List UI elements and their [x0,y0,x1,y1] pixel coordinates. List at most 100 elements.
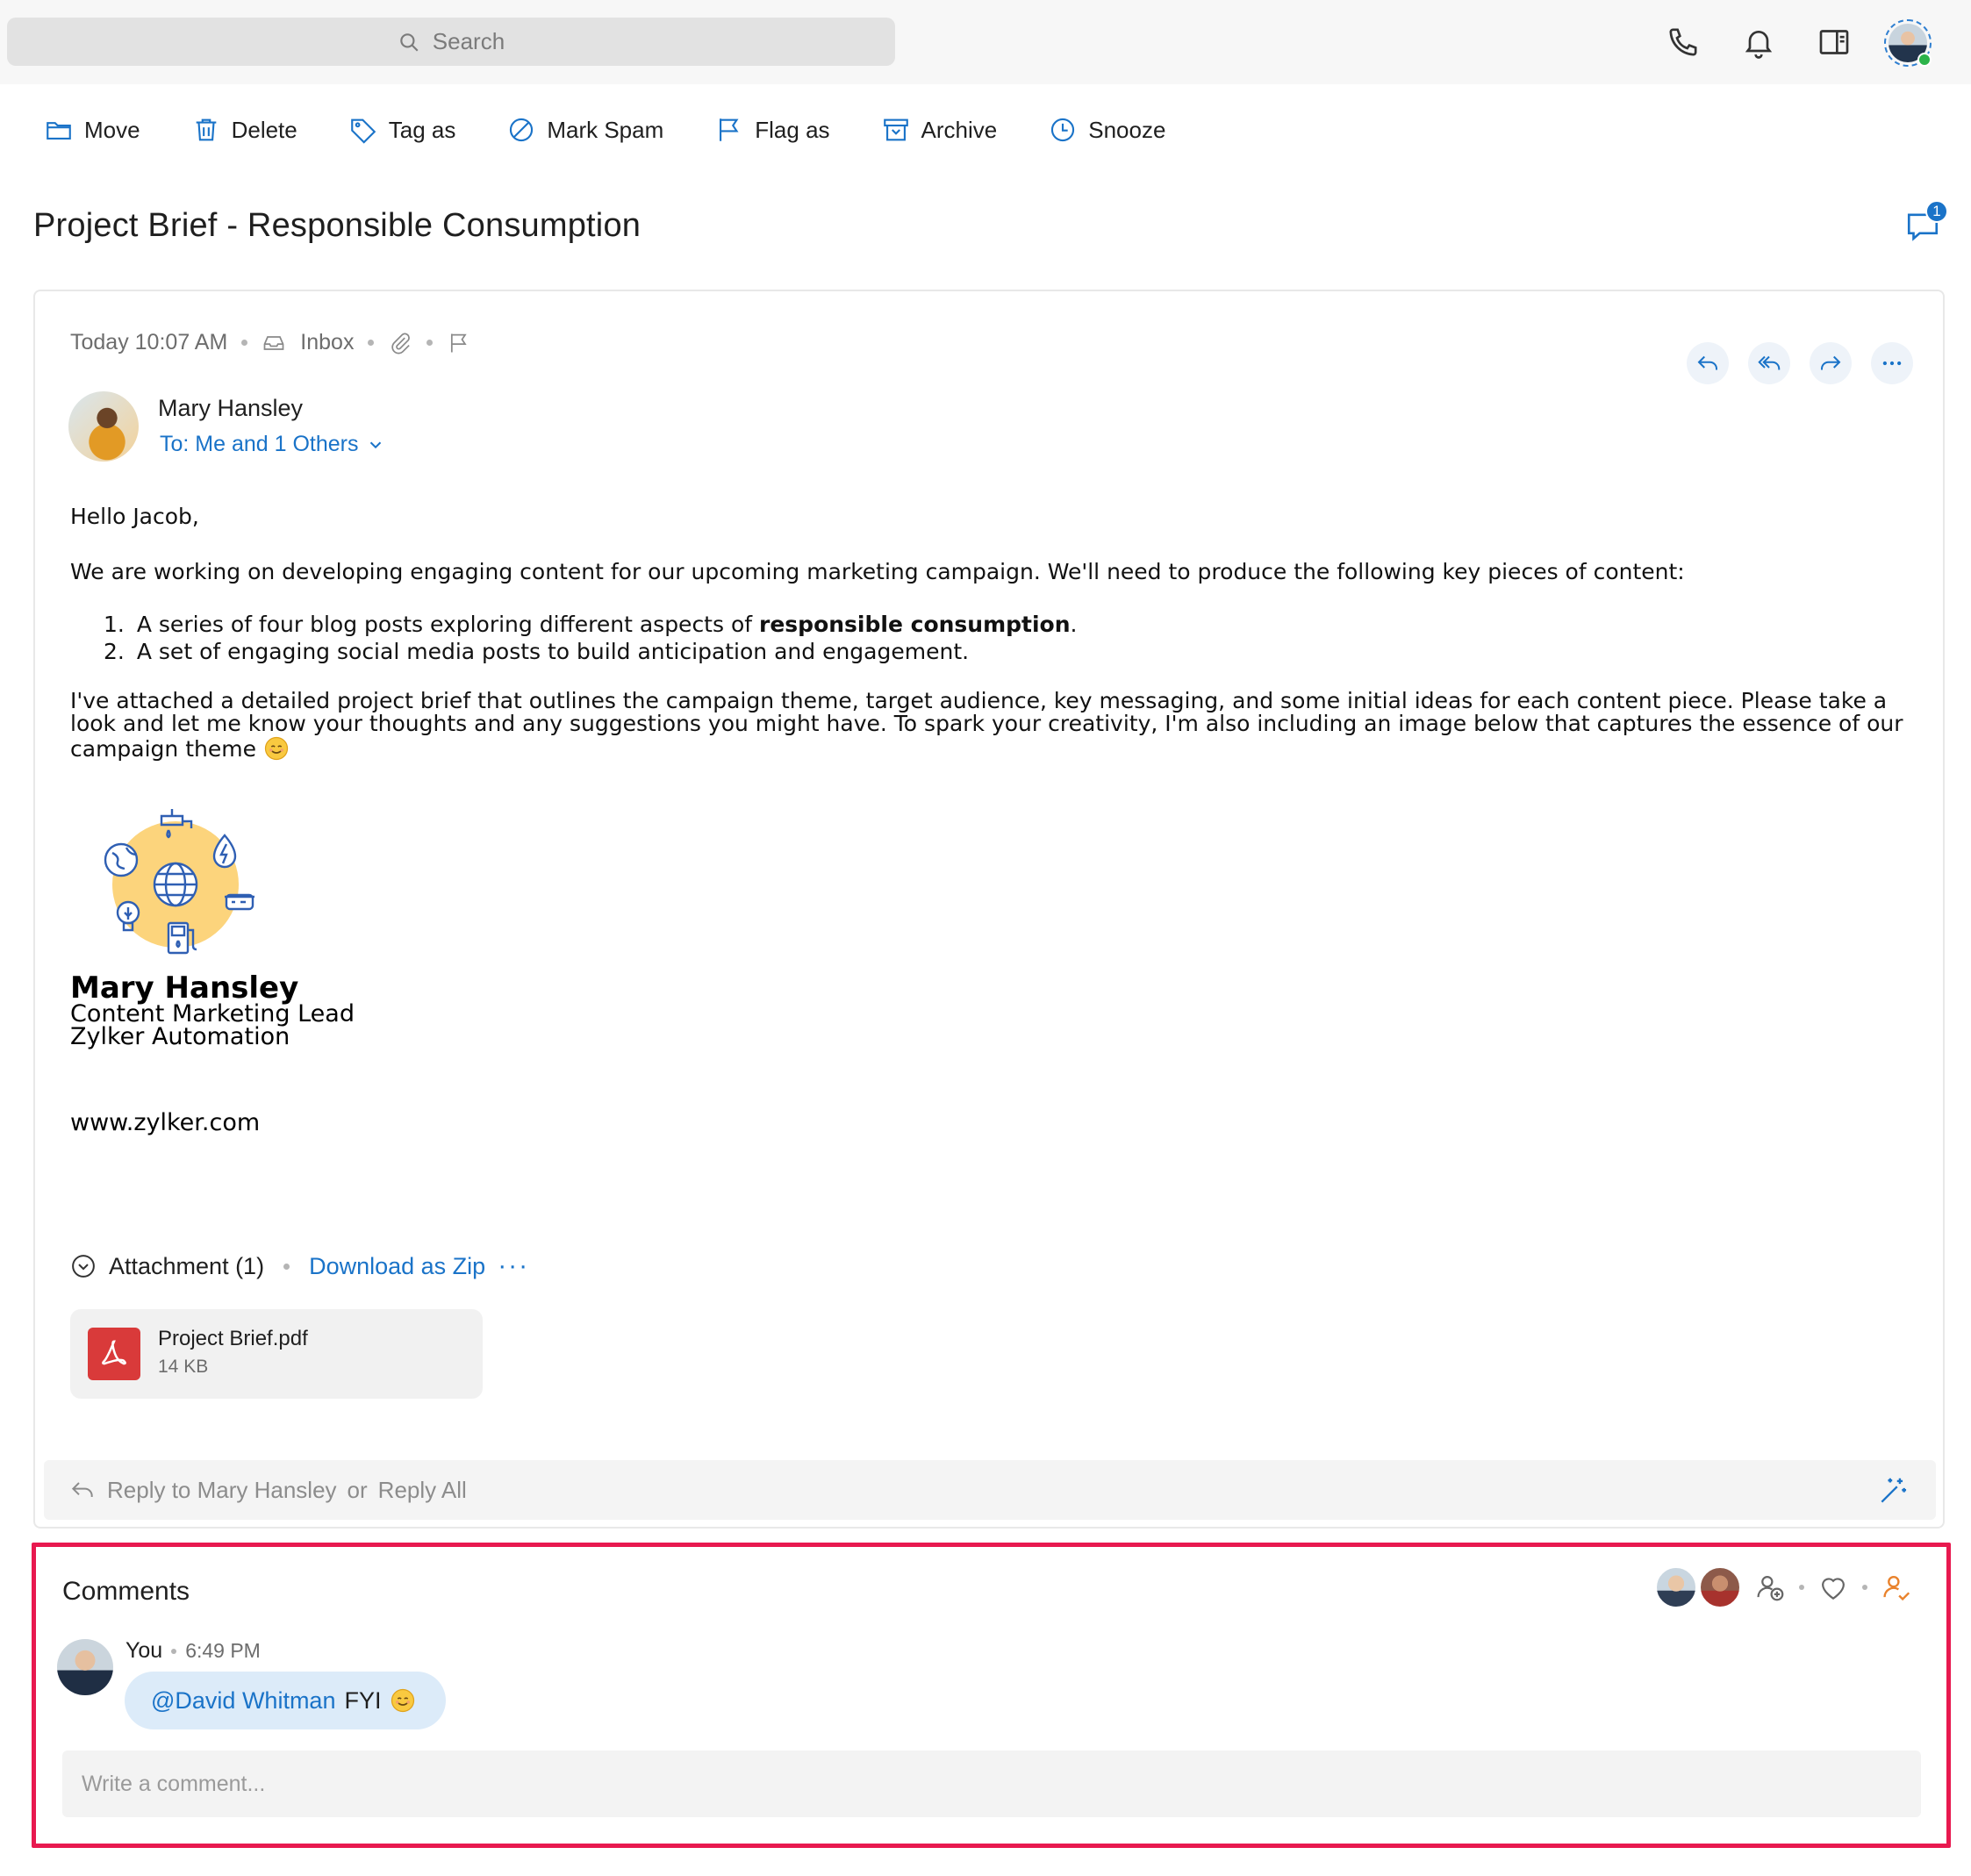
reply-all-link[interactable]: Reply All [378,1477,467,1504]
separator-dot [171,1648,177,1654]
more-dots-icon [1882,361,1902,366]
delete-button[interactable]: Delete [191,115,297,145]
attachments-heading: Attachment (1) [109,1252,265,1279]
list-text-bold: responsible consumption [759,612,1071,637]
mail-paragraph-2: I've attached a detailed project brief t… [70,690,1922,762]
tag-icon [350,118,376,144]
trash-icon [196,118,216,141]
comment-meta: You 6:49 PM [125,1638,261,1664]
mark-spam-button[interactable]: Mark Spam [506,115,663,145]
reply-button[interactable] [1687,342,1729,384]
attachment-more-button[interactable]: ··· [498,1251,529,1281]
comment-time: 6:49 PM [185,1639,261,1662]
mail-actions [1687,342,1913,384]
flag-icon [720,118,739,141]
move-button[interactable]: Move [44,115,140,145]
mail-content-list: 1. A series of four blog posts exploring… [104,611,1078,665]
mail-meta: Today 10:07 AM Inbox [70,330,471,355]
participant-avatar[interactable] [1699,1566,1741,1608]
list-item: 2. A set of engaging social media posts … [104,638,1078,665]
inbox-icon [263,335,284,350]
quick-reply-bar[interactable]: Reply to Mary Hansley or Reply All [44,1460,1936,1520]
reply-icon [71,1482,93,1497]
more-actions-button[interactable] [1871,342,1913,384]
attachment-file-card[interactable]: Project Brief.pdf 14 KB [70,1309,483,1399]
comments-toolbar [1655,1566,1913,1608]
participant-avatar[interactable] [1655,1566,1697,1608]
online-status-dot [1917,53,1932,67]
comment-input[interactable]: Write a comment... [62,1751,1921,1817]
list-text: A set of engaging social media posts to … [136,639,970,664]
comment-input-placeholder: Write a comment... [82,1771,266,1796]
signature-website-link[interactable]: www.zylker.com [70,1109,260,1136]
chevron-down-icon [369,441,381,448]
reading-pane-icon[interactable] [1817,25,1852,60]
mail-time: Today 10:07 AM [70,330,228,354]
reply-icon [1697,355,1717,370]
profile-avatar[interactable] [1884,19,1932,67]
comments-toggle-button[interactable]: 1 [1904,200,1948,244]
mail-subject: Project Brief - Responsible Consumption [33,207,641,244]
download-zip-link[interactable]: Download as Zip [309,1253,485,1280]
list-item: 1. A series of four blog posts exploring… [104,611,1078,638]
snooze-label: Snooze [1088,116,1166,143]
smiling-emoji-icon [391,1688,415,1713]
sender-name[interactable]: Mary Hansley [158,395,303,422]
top-bar: Search [0,0,1971,84]
attachments-header: Attachment (1) Download as Zip ··· [70,1251,529,1281]
separator-dot [1862,1585,1867,1590]
comments-title: Comments [62,1577,190,1606]
attachment-file-name: Project Brief.pdf [158,1327,308,1350]
comment-count-badge: 1 [1925,200,1948,223]
tag-button[interactable]: Tag as [348,115,456,145]
comments-section: Comments You 6:49 PM @David Whitman FYI … [32,1543,1951,1848]
reply-to-sender-link[interactable]: Reply to Mary Hansley [107,1477,337,1504]
mail-paragraph-1: We are working on developing engaging co… [70,559,1685,584]
assign-user-icon[interactable] [1880,1571,1913,1604]
list-text: A series of four blog posts exploring di… [136,612,760,637]
archive-label: Archive [921,116,998,143]
signature-company: Zylker Automation [70,1023,290,1050]
sender-avatar[interactable] [68,391,139,462]
flag-label: Flag as [755,116,830,143]
separator-dot [241,340,248,346]
mail-paragraph-2-text: I've attached a detailed project brief t… [70,688,1903,762]
separator-dot [1799,1585,1804,1590]
mail-view: Today 10:07 AM Inbox Mary Hansley To: Me… [33,290,1945,1529]
forward-button[interactable] [1810,342,1852,384]
snooze-button[interactable]: Snooze [1048,115,1165,145]
list-text-end: . [1070,612,1078,637]
search-placeholder: Search [432,28,505,54]
campaign-theme-illustration [104,809,254,955]
recipients-toggle[interactable]: To: Me and 1 Others [160,432,385,457]
search-icon [400,32,419,52]
search-bar[interactable]: Search [7,18,895,66]
comment-text: FYI [344,1686,382,1714]
mark-spam-label: Mark Spam [547,116,664,143]
reply-all-button[interactable] [1748,342,1790,384]
list-number: 2. [104,639,125,664]
spam-icon [510,118,534,142]
archive-button[interactable]: Archive [881,115,998,145]
reply-or-text: or [347,1476,368,1503]
add-participant-icon[interactable] [1753,1571,1787,1604]
tag-label: Tag as [388,116,456,143]
ai-sparkle-icon[interactable] [1876,1474,1910,1507]
mail-greeting: Hello Jacob, [70,504,199,529]
reply-all-icon [1758,355,1781,370]
comment-bubble[interactable]: @David Whitman FYI [125,1672,447,1729]
flag-button[interactable]: Flag as [714,115,830,145]
heart-icon[interactable] [1817,1571,1850,1604]
mail-folder[interactable]: Inbox [300,330,354,355]
bell-icon[interactable] [1741,25,1776,60]
mail-toolbar: Move Delete Tag as Mark Spam Flag as Arc… [44,112,1216,147]
delete-label: Delete [231,116,297,143]
clock-icon [1051,118,1075,142]
paperclip-icon [391,333,411,354]
comment-mention[interactable]: @David Whitman [151,1687,335,1715]
phone-icon[interactable] [1666,25,1701,60]
pdf-icon [88,1328,140,1380]
separator-dot [426,340,434,346]
flag-icon[interactable] [447,331,471,355]
collapse-chevron-icon[interactable] [70,1253,97,1279]
